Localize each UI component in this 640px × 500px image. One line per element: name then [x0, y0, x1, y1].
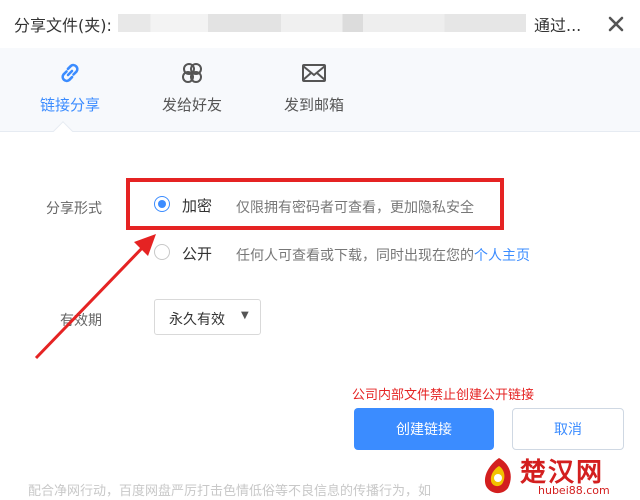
personal-homepage-link[interactable]: 个人主页	[474, 248, 530, 264]
option-public-name: 公开	[182, 245, 213, 263]
create-link-button[interactable]: 创建链接	[354, 408, 494, 450]
validity-selected-value: 永久有效	[169, 312, 225, 328]
watermark: 楚汉网 hubei88.com	[478, 450, 640, 500]
validity-select[interactable]: 永久有效 ▼	[154, 299, 261, 335]
option-public-desc-text: 任何人可查看或下载，同时出现在您的	[236, 248, 474, 264]
friends-icon	[182, 63, 202, 83]
option-public-desc: 任何人可查看或下载，同时出现在您的个人主页	[236, 245, 530, 265]
watermark-logo-icon	[484, 458, 511, 494]
blurred-filename	[118, 14, 526, 32]
tab-send-friends[interactable]: 发给好友	[142, 58, 242, 122]
tab-label: 发到邮箱	[283, 96, 344, 114]
cancel-button[interactable]: 取消	[512, 408, 624, 450]
caret-down-icon: ▼	[241, 310, 249, 321]
radio-public[interactable]	[154, 244, 170, 260]
dialog-title: 分享文件(夹):	[14, 16, 112, 35]
tab-bar: 链接分享 发给好友 发到邮箱	[0, 48, 640, 132]
watermark-url: hubei88.com	[538, 484, 610, 497]
mail-icon	[302, 64, 326, 82]
dialog-title-suffix: 通过...	[534, 16, 582, 35]
share-dialog: 分享文件(夹): 通过... 链接分享 发给好友 发到邮箱 分享形式 加密 仅限…	[0, 0, 640, 500]
close-icon[interactable]	[604, 12, 628, 36]
title-bar: 分享文件(夹): 通过...	[0, 0, 640, 48]
link-icon	[61, 63, 79, 83]
tab-label: 链接分享	[39, 96, 100, 114]
footer-notice: 配合净网行动，百度网盘严厉打击色情低俗等不良信息的传播行为，如	[28, 484, 432, 499]
tab-link-share[interactable]: 链接分享	[20, 58, 120, 122]
tab-send-email[interactable]: 发到邮箱	[264, 58, 364, 122]
validity-label: 有效期	[60, 313, 102, 329]
tab-label: 发给好友	[161, 96, 222, 114]
annotation-highlight-box	[126, 178, 504, 230]
warning-text: 公司内部文件禁止创建公开链接	[352, 388, 535, 403]
share-form-label: 分享形式	[46, 201, 102, 217]
